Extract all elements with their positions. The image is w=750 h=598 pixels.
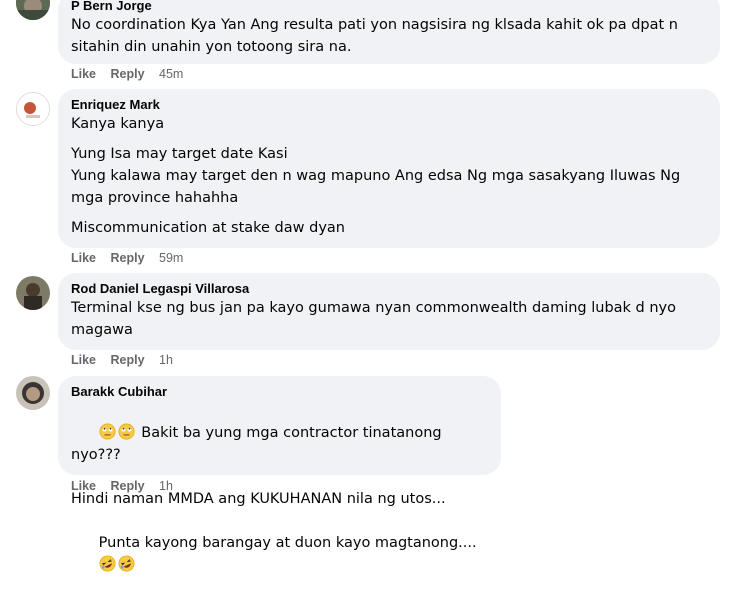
like-button[interactable]: Like: [71, 479, 96, 493]
comment-text-line: Yung kalawa may target den n wag mapuno …: [71, 168, 681, 184]
comment-timestamp[interactable]: 45m: [159, 67, 183, 81]
rolling-on-floor-laughing-emoji-icon: [118, 555, 135, 572]
comment-text-line: Punta kayong barangay at duon kayo magta…: [98, 535, 477, 551]
avatar-image: [16, 376, 50, 410]
comment-bubble: P Bern Jorge No coordination Kya Yan Ang…: [58, 0, 720, 64]
rolling-eyes-emoji-icon: [99, 423, 116, 440]
like-button[interactable]: Like: [71, 251, 96, 265]
comment-text-line: Punta kayong barangay at duon kayo magta…: [71, 510, 489, 598]
reply-button[interactable]: Reply: [111, 67, 145, 81]
avatar-image: [16, 0, 50, 20]
comment-text-line: Bakit ba yung mga contractor tinatanong …: [71, 400, 489, 488]
avatar-image: [17, 93, 49, 125]
comment-timestamp[interactable]: 59m: [159, 251, 183, 265]
avatar[interactable]: [16, 92, 50, 126]
comment-text-line: Yung Isa may target date Kasi: [71, 146, 288, 162]
comment-author[interactable]: Barakk Cubihar: [71, 384, 489, 400]
comment-text-line: sitahin din unahin yon totoong sira na.: [71, 39, 352, 55]
comment-text-line: magawa: [71, 322, 133, 338]
comment-text-line: Miscommunication at stake daw dyan: [71, 220, 345, 236]
comment-actions: Like Reply 1h: [71, 353, 173, 367]
comment-author[interactable]: Enriquez Mark: [71, 97, 708, 113]
comment-timestamp[interactable]: 1h: [159, 353, 173, 367]
comment-text-line: Kanya kanya: [71, 116, 165, 132]
comment-author[interactable]: Rod Daniel Legaspi Villarosa: [71, 281, 708, 297]
rolling-eyes-emoji-icon: [118, 423, 135, 440]
avatar[interactable]: [16, 276, 50, 310]
comment-timestamp[interactable]: 1h: [159, 479, 173, 493]
comment-actions: Like Reply 45m: [71, 67, 183, 81]
avatar[interactable]: [16, 376, 50, 410]
rolling-on-floor-laughing-emoji-icon: [99, 555, 116, 572]
comment-bubble: Rod Daniel Legaspi Villarosa Terminal ks…: [58, 273, 720, 350]
like-button[interactable]: Like: [71, 67, 96, 81]
avatar-image: [16, 276, 50, 310]
comment-text-line: Terminal kse ng bus jan pa kayo gumawa n…: [71, 300, 676, 316]
comment-bubble: Enriquez Mark Kanya kanya Yung Isa may t…: [58, 89, 720, 248]
reply-button[interactable]: Reply: [111, 479, 145, 493]
comment-text-line: [71, 135, 708, 143]
comment-text-line: No coordination Kya Yan Ang resulta pati…: [71, 17, 678, 33]
comment-actions: Like Reply 1h: [71, 479, 173, 493]
like-button[interactable]: Like: [71, 353, 96, 367]
reply-button[interactable]: Reply: [111, 251, 145, 265]
comment-bubble: Barakk Cubihar Bakit ba yung mga contrac…: [58, 376, 501, 572]
avatar[interactable]: [16, 0, 50, 20]
comment-actions: Like Reply 59m: [71, 251, 183, 265]
reply-button[interactable]: Reply: [111, 353, 145, 367]
comment-author[interactable]: P Bern Jorge: [71, 0, 708, 14]
comment-text-line: mga province hahahha: [71, 190, 239, 206]
comment-text-line: [71, 209, 708, 217]
